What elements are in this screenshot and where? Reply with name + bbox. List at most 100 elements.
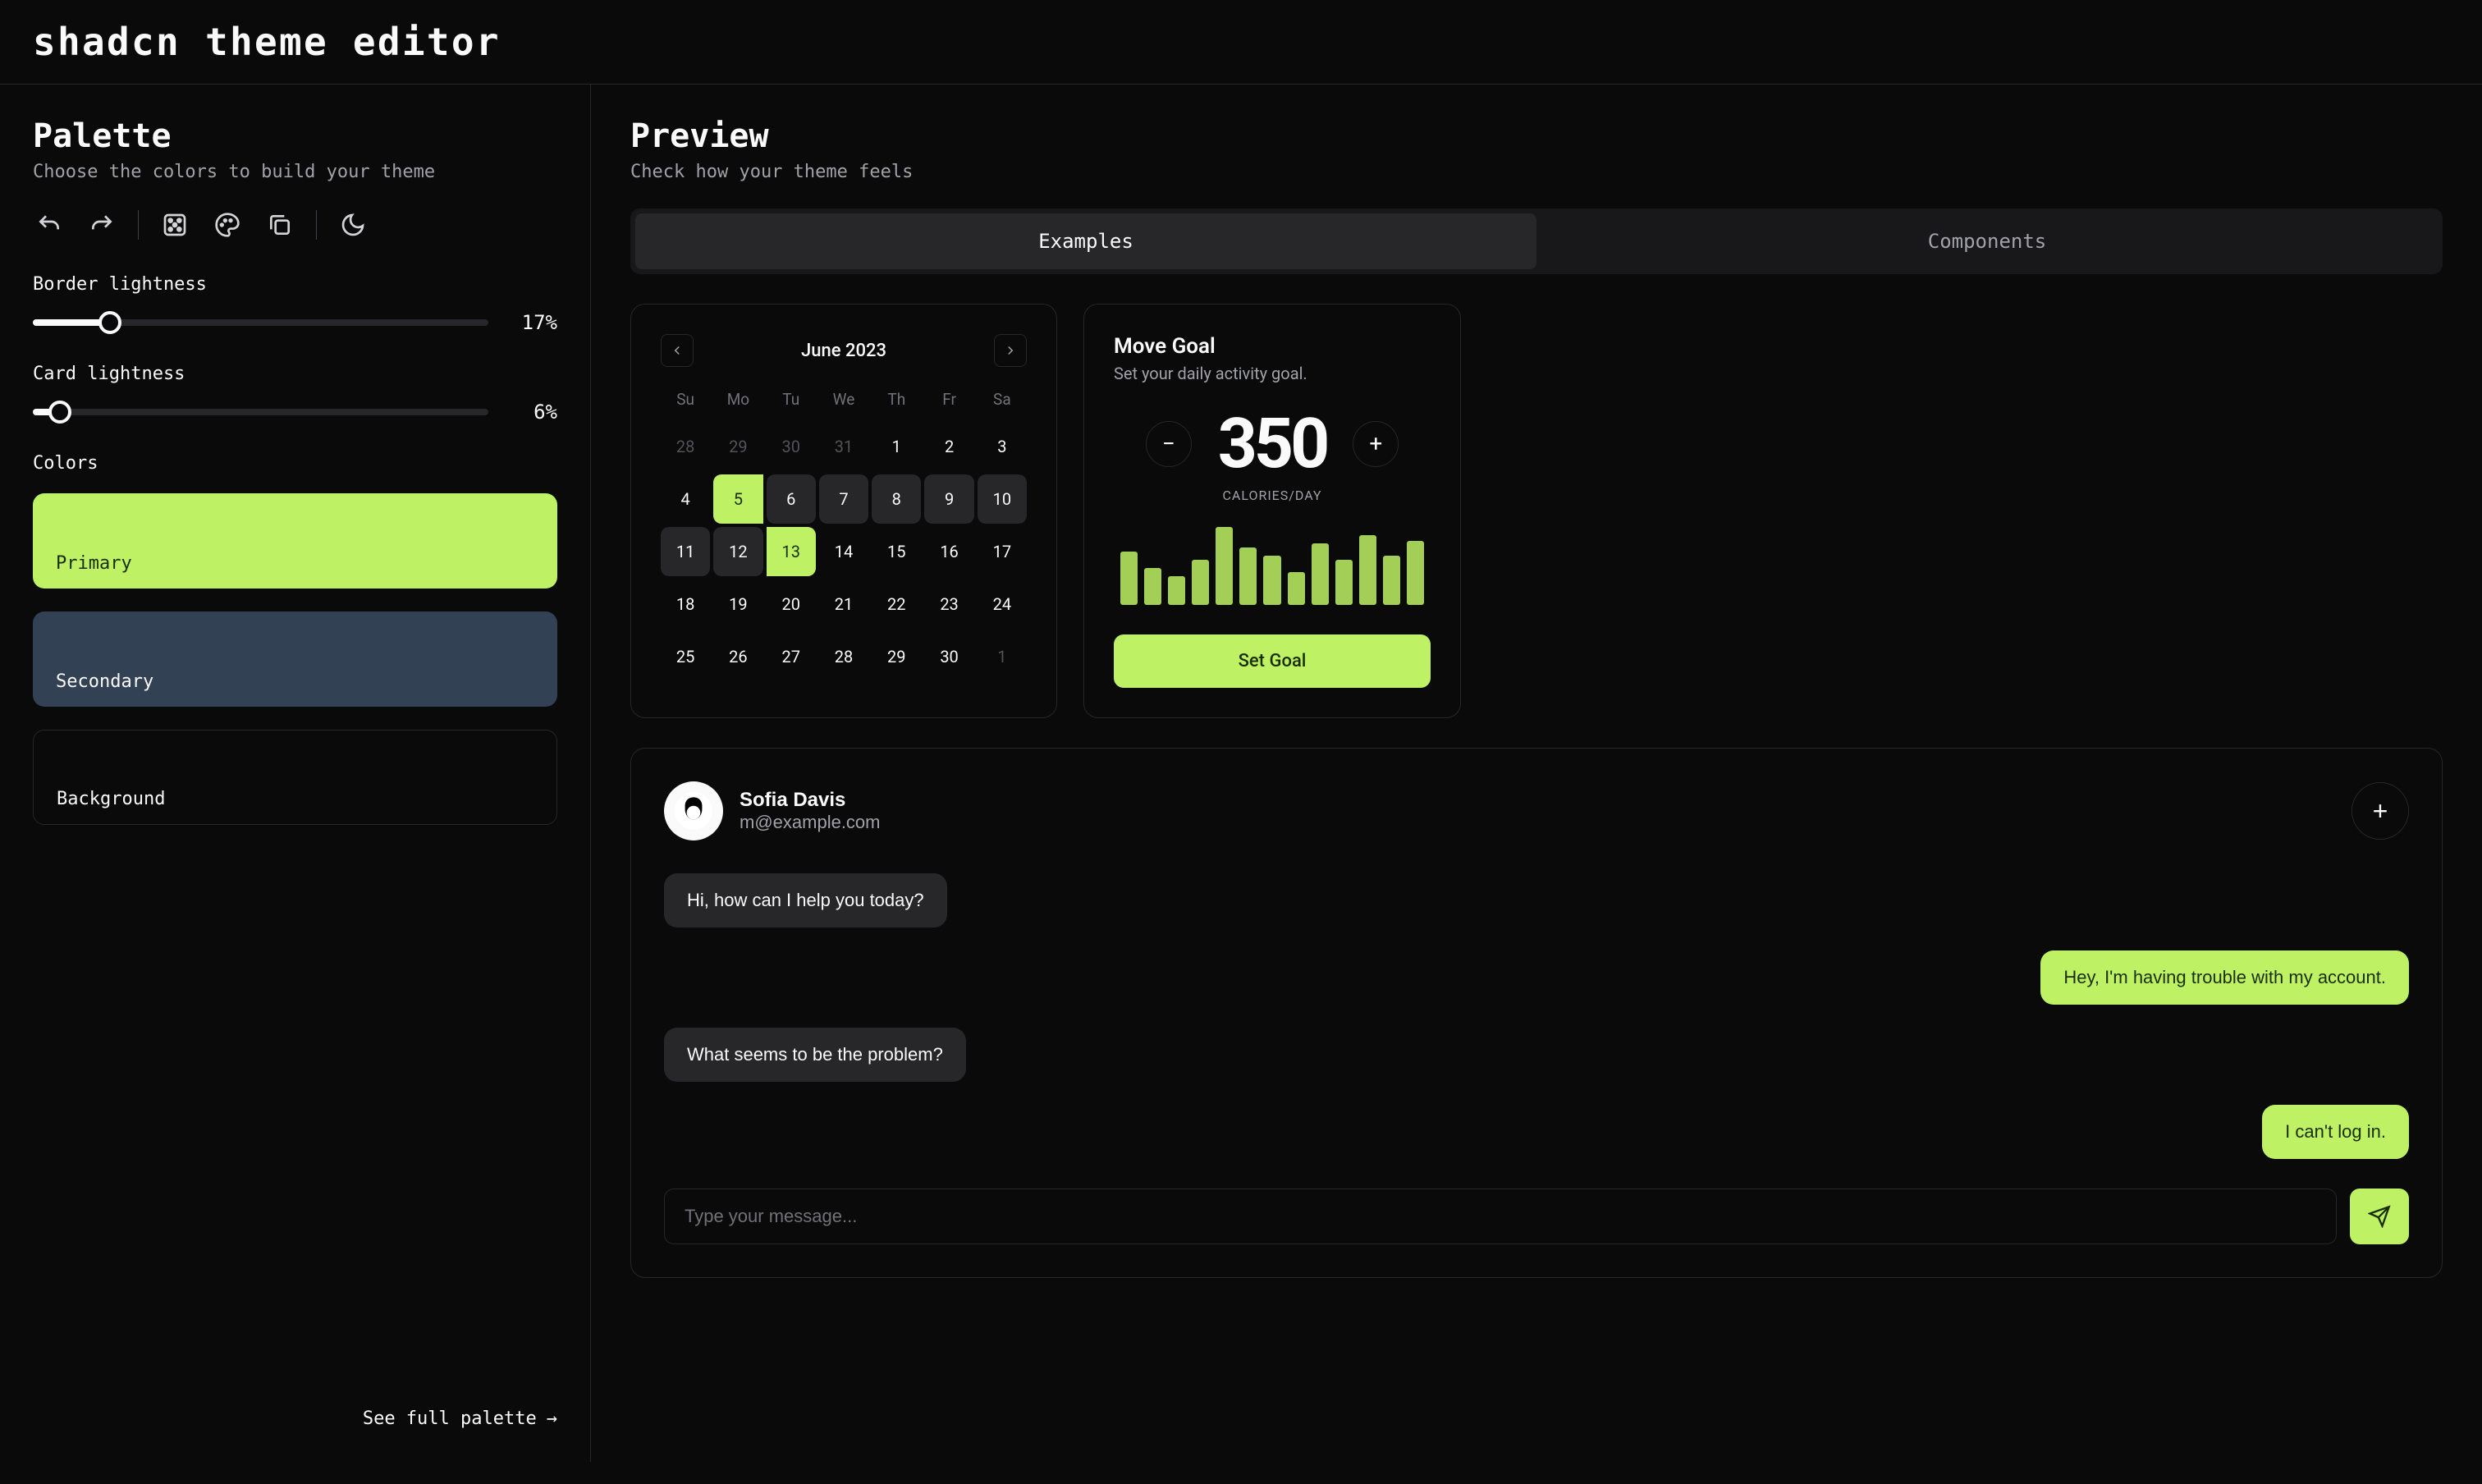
dark-mode-toggle[interactable]	[337, 208, 369, 241]
calendar-dow: Fr	[924, 383, 973, 419]
chart-bar	[1144, 568, 1161, 605]
message-sent: Hey, I'm having trouble with my account.	[2040, 950, 2409, 1005]
calendar-day[interactable]: 27	[767, 632, 816, 681]
calendar-day[interactable]: 3	[978, 422, 1027, 471]
calendar-day[interactable]: 8	[872, 474, 921, 524]
calendar-prev-button[interactable]	[661, 334, 694, 367]
calendar-day[interactable]: 17	[978, 527, 1027, 576]
calendar-dow: We	[819, 383, 868, 419]
calendar-day[interactable]: 30	[767, 422, 816, 471]
chart-bar	[1288, 572, 1305, 605]
chart-bar	[1168, 576, 1185, 605]
palette-icon-button[interactable]	[211, 208, 244, 241]
swatch-secondary[interactable]: Secondary	[33, 611, 557, 707]
divider	[138, 210, 139, 240]
chart-bar	[1263, 556, 1280, 605]
chart-bar	[1335, 560, 1353, 605]
calendar-day[interactable]: 31	[819, 422, 868, 471]
calendar-day[interactable]: 16	[924, 527, 973, 576]
calendar-day[interactable]: 19	[713, 579, 762, 629]
calendar-day[interactable]: 24	[978, 579, 1027, 629]
chat-input[interactable]: Type your message...	[664, 1189, 2337, 1244]
calendar-day[interactable]: 4	[661, 474, 710, 524]
decrement-button[interactable]: −	[1146, 421, 1192, 467]
calendar-next-button[interactable]	[994, 334, 1027, 367]
calendar-day[interactable]: 12	[713, 527, 762, 576]
sidebar: Palette Choose the colors to build your …	[0, 85, 591, 1462]
preview-sub: Check how your theme feels	[630, 162, 2443, 182]
palette-heading: Palette	[33, 117, 557, 155]
redo-button[interactable]	[85, 208, 118, 241]
card-lightness-value: 6%	[508, 401, 557, 424]
calendar-day[interactable]: 20	[767, 579, 816, 629]
calendar-day[interactable]: 29	[713, 422, 762, 471]
calendar-day[interactable]: 28	[819, 632, 868, 681]
divider	[316, 210, 317, 240]
calendar-day[interactable]: 2	[924, 422, 973, 471]
calendar-day[interactable]: 10	[978, 474, 1027, 524]
preview-heading: Preview	[630, 117, 2443, 155]
border-lightness-label: Border lightness	[33, 274, 557, 295]
calendar-day[interactable]: 9	[924, 474, 973, 524]
toolbar	[33, 208, 557, 241]
calendar-day[interactable]: 28	[661, 422, 710, 471]
calendar-day[interactable]: 1	[978, 632, 1027, 681]
see-full-label: See full palette	[363, 1408, 537, 1429]
send-icon	[2368, 1205, 2391, 1228]
chart-bar	[1407, 541, 1424, 605]
card-lightness-label: Card lightness	[33, 364, 557, 384]
calendar-day[interactable]: 13	[767, 527, 816, 576]
swatch-background[interactable]: Background	[33, 730, 557, 825]
palette-sub: Choose the colors to build your theme	[33, 162, 557, 182]
move-goal-unit: CALORIES/DAY	[1114, 488, 1431, 503]
calendar-day[interactable]: 6	[767, 474, 816, 524]
arrow-right-icon: →	[547, 1408, 557, 1429]
undo-button[interactable]	[33, 208, 66, 241]
calendar-dow: Sa	[978, 383, 1027, 419]
chart-bar	[1239, 547, 1257, 605]
calendar-day[interactable]: 15	[872, 527, 921, 576]
set-goal-button[interactable]: Set Goal	[1114, 634, 1431, 688]
calendar-day[interactable]: 29	[872, 632, 921, 681]
calendar-day[interactable]: 7	[819, 474, 868, 524]
randomize-button[interactable]	[158, 208, 191, 241]
calendar-dow: Su	[661, 383, 710, 419]
chat-user-email: m@example.com	[740, 812, 881, 833]
colors-heading: Colors	[33, 453, 557, 474]
calendar-dow: Tu	[767, 383, 816, 419]
calendar-title: June 2023	[801, 341, 886, 361]
copy-button[interactable]	[263, 208, 296, 241]
calendar-day[interactable]: 23	[924, 579, 973, 629]
increment-button[interactable]: +	[1353, 421, 1399, 467]
calendar-day[interactable]: 25	[661, 632, 710, 681]
tab-examples[interactable]: Examples	[635, 213, 1536, 269]
move-goal-title: Move Goal	[1114, 334, 1431, 359]
calendar-day[interactable]: 14	[819, 527, 868, 576]
add-user-button[interactable]: +	[2351, 782, 2409, 840]
card-lightness-slider[interactable]	[33, 409, 488, 415]
see-full-palette-link[interactable]: See full palette →	[33, 1392, 557, 1445]
calendar-day[interactable]: 11	[661, 527, 710, 576]
calendar-card: June 2023 SuMoTuWeThFrSa2829303112345678…	[630, 304, 1057, 718]
chart-bar	[1120, 552, 1138, 605]
chat-card: Sofia Davis m@example.com + Hi, how can …	[630, 748, 2443, 1278]
avatar	[664, 781, 723, 840]
chart-bar	[1359, 535, 1376, 605]
message-sent: I can't log in.	[2262, 1105, 2409, 1159]
calendar-day[interactable]: 26	[713, 632, 762, 681]
move-goal-value: 350	[1218, 403, 1327, 484]
calendar-day[interactable]: 22	[872, 579, 921, 629]
calendar-day[interactable]: 1	[872, 422, 921, 471]
calendar-day[interactable]: 18	[661, 579, 710, 629]
preview-panel: Preview Check how your theme feels Examp…	[591, 85, 2482, 1462]
send-button[interactable]	[2350, 1189, 2409, 1244]
calendar-dow: Mo	[713, 383, 762, 419]
swatch-primary[interactable]: Primary	[33, 493, 557, 589]
calendar-day[interactable]: 5	[713, 474, 762, 524]
calendar-day[interactable]: 30	[924, 632, 973, 681]
calendar-day[interactable]: 21	[819, 579, 868, 629]
tab-components[interactable]: Components	[1536, 213, 2438, 269]
border-lightness-value: 17%	[508, 311, 557, 334]
border-lightness-slider[interactable]	[33, 319, 488, 326]
preview-tabs: Examples Components	[630, 208, 2443, 274]
